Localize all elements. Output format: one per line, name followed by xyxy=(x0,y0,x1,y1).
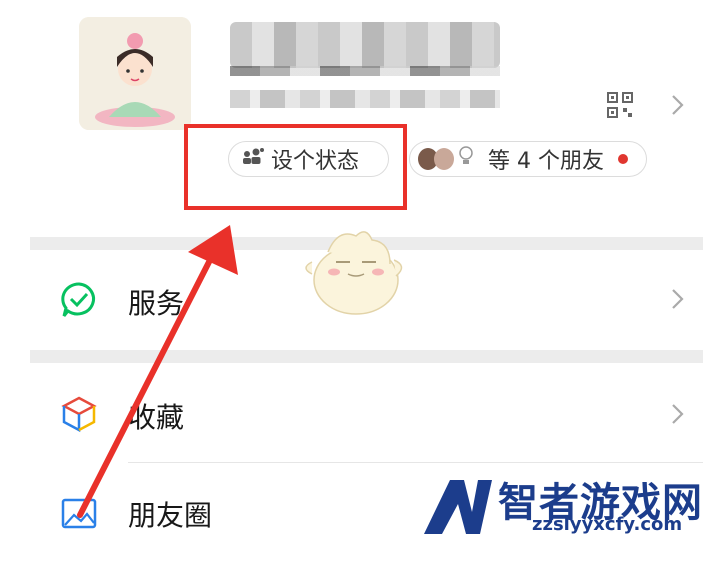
chevron-right-icon xyxy=(671,288,685,314)
blurred-nickname xyxy=(230,22,500,76)
profile-chevron-right-icon[interactable] xyxy=(671,94,685,116)
friend-avatar xyxy=(434,148,454,170)
pointer-arrow xyxy=(60,220,260,530)
site-watermark: 智者游戏网 zzslyyxcfy.com xyxy=(420,472,703,540)
friends-label: 等 4 个朋友 xyxy=(488,149,604,174)
qr-code-icon[interactable] xyxy=(607,92,633,118)
friends-status-pill[interactable]: 等 4 个朋友 xyxy=(409,141,647,177)
unread-dot xyxy=(617,154,628,164)
highlight-box xyxy=(184,124,407,210)
lightbulb-icon xyxy=(458,145,474,173)
mascot-sticker xyxy=(298,222,410,320)
blurred-wechat-id xyxy=(230,90,500,108)
avatar[interactable] xyxy=(79,17,191,130)
chevron-right-icon xyxy=(671,403,685,429)
watermark-url: zzslyyxcfy.com xyxy=(532,514,683,535)
watermark-logo-icon xyxy=(424,480,492,534)
